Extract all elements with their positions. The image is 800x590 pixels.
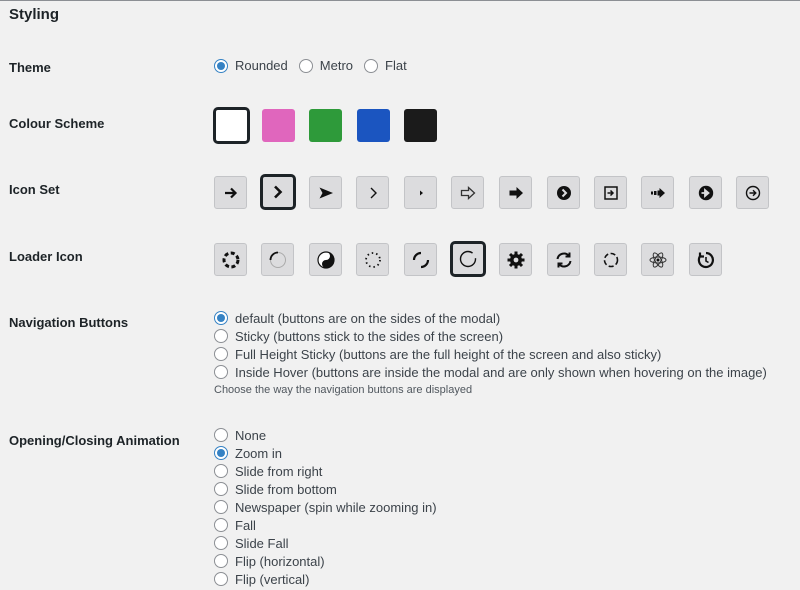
animation-option-slide-fall[interactable]: Slide Fall: [214, 534, 288, 552]
arc-loader-icon: [269, 251, 286, 268]
colour-swatch-pink[interactable]: [262, 109, 295, 142]
loader-option-9[interactable]: [594, 243, 627, 276]
section-title: Styling: [9, 6, 60, 23]
animation-radio-none[interactable]: [214, 428, 228, 442]
block-arrow-right-icon: [509, 186, 523, 199]
icon-set-option-3[interactable]: [309, 176, 342, 209]
nav-radio-full-height-sticky[interactable]: [214, 347, 228, 361]
animation-option-flip-vertical[interactable]: Flip (vertical): [214, 570, 309, 588]
animation-radio-slide-from-right[interactable]: [214, 464, 228, 478]
yin-yang-loader-icon: [316, 250, 335, 269]
animation-option-slide-from-right[interactable]: Slide from right: [214, 462, 322, 480]
icon-set-label: Icon Set: [9, 182, 60, 197]
loader-option-11[interactable]: [689, 243, 722, 276]
nav-option-sticky[interactable]: Sticky (buttons stick to the sides of th…: [214, 327, 503, 345]
restart-loader-icon: [697, 251, 714, 268]
nav-option-inside-hover[interactable]: Inside Hover (buttons are inside the mod…: [214, 363, 767, 381]
animation-radio-flip-horizontal[interactable]: [214, 554, 228, 568]
caret-small-right-icon: [419, 190, 423, 195]
nav-radio-inside-hover[interactable]: [214, 365, 228, 379]
animation-option-newspaper[interactable]: Newspaper (spin while zooming in): [214, 498, 437, 516]
loader-icon-label: Loader Icon: [9, 249, 83, 264]
theme-radio-flat[interactable]: [364, 58, 379, 73]
icon-set-option-9[interactable]: [594, 176, 627, 209]
loader-option-4[interactable]: [356, 243, 389, 276]
animation-option-flip-horizontal[interactable]: Flip (horizontal): [214, 552, 325, 570]
animation-option-none[interactable]: None: [214, 426, 266, 444]
square-arrow-right-icon: [603, 185, 618, 200]
icon-set-option-1[interactable]: [214, 176, 247, 209]
theme-label: Theme: [9, 60, 51, 75]
thin-ring-loader-icon: [459, 250, 477, 268]
loader-option-10[interactable]: [641, 243, 674, 276]
icon-set-option-8[interactable]: [547, 176, 580, 209]
animation-option-zoom-in[interactable]: Zoom in: [214, 444, 282, 462]
loader-option-1[interactable]: [214, 243, 247, 276]
navigation-buttons-description: Choose the way the navigation buttons ar…: [214, 384, 473, 396]
animation-radio-newspaper[interactable]: [214, 500, 228, 514]
nav-option-full-height-sticky[interactable]: Full Height Sticky (buttons are the full…: [214, 345, 661, 363]
nav-radio-sticky[interactable]: [214, 329, 228, 343]
circle-outline-arrow-right-icon: [745, 185, 760, 200]
nav-radio-default[interactable]: [214, 311, 228, 325]
dotted-circle-loader-icon: [364, 251, 381, 268]
nav-option-default[interactable]: default (buttons are on the sides of the…: [214, 309, 500, 327]
icon-set-option-10[interactable]: [641, 176, 674, 209]
icon-set-option-5[interactable]: [404, 176, 437, 209]
animation-label: Opening/Closing Animation: [9, 433, 180, 448]
animation-radio-slide-from-bottom[interactable]: [214, 482, 228, 496]
colour-swatch-black[interactable]: [404, 109, 437, 142]
animation-option-slide-from-bottom[interactable]: Slide from bottom: [214, 480, 337, 498]
animation-radio-slide-fall[interactable]: [214, 536, 228, 550]
colour-scheme-label: Colour Scheme: [9, 116, 105, 131]
dashed-arrow-right-icon: [650, 187, 665, 198]
colour-swatch-green[interactable]: [309, 109, 342, 142]
colour-swatch-blue[interactable]: [357, 109, 390, 142]
split-arc-loader-icon: [412, 251, 429, 268]
animation-radio-zoom-in[interactable]: [214, 446, 228, 460]
theme-options: Rounded Metro Flat: [214, 58, 418, 73]
loader-option-2[interactable]: [261, 243, 294, 276]
theme-option-rounded[interactable]: Rounded: [214, 58, 288, 73]
loader-option-8[interactable]: [547, 243, 580, 276]
icon-set-option-2[interactable]: [260, 174, 296, 210]
animation-radio-fall[interactable]: [214, 518, 228, 532]
chevron-bold-right-icon: [274, 185, 283, 199]
colour-swatch-white[interactable]: [213, 107, 250, 144]
theme-radio-rounded[interactable]: [214, 58, 228, 73]
top-border: [0, 0, 800, 1]
chevron-thin-right-icon: [370, 187, 377, 198]
refresh-loader-icon: [556, 252, 571, 267]
animation-option-fall[interactable]: Fall: [214, 516, 256, 534]
theme-option-flat[interactable]: Flat: [364, 58, 407, 73]
navigation-buttons-label: Navigation Buttons: [9, 315, 129, 330]
loader-option-6[interactable]: [450, 241, 486, 277]
gear-loader-icon: [507, 251, 524, 268]
dots-ring-loader-icon: [222, 251, 239, 268]
circle-chevron-right-icon: [556, 185, 571, 200]
circle-arrow-right-icon: [698, 185, 713, 200]
icon-set-option-11[interactable]: [689, 176, 722, 209]
arrow-right-icon: [224, 187, 237, 198]
icon-set-option-12[interactable]: [736, 176, 769, 209]
theme-radio-metro[interactable]: [298, 58, 313, 73]
icon-set-option-4[interactable]: [356, 176, 389, 209]
loader-option-7[interactable]: [499, 243, 532, 276]
outline-arrow-right-icon: [460, 185, 475, 200]
loader-option-3[interactable]: [309, 243, 342, 276]
icon-set-option-7[interactable]: [499, 176, 532, 209]
theme-option-metro[interactable]: Metro: [298, 58, 353, 73]
animation-radio-flip-vertical[interactable]: [214, 572, 228, 586]
dashed-circle-loader-icon: [603, 252, 618, 267]
atom-loader-icon: [649, 251, 666, 268]
loader-option-5[interactable]: [404, 243, 437, 276]
play-arrow-right-icon: [319, 187, 333, 198]
icon-set-option-6[interactable]: [451, 176, 484, 209]
